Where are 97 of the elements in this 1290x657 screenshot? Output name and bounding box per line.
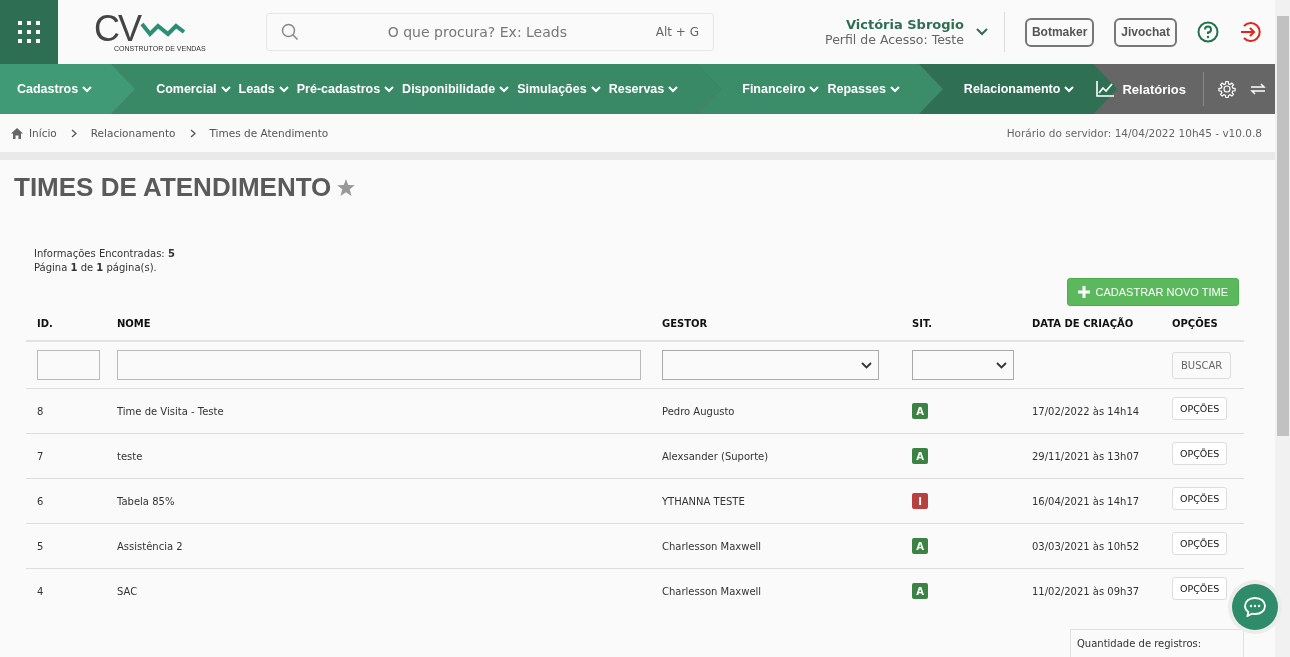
- options-button[interactable]: OPÇÕES: [1172, 531, 1228, 555]
- status-badge: A: [912, 403, 928, 419]
- options-button[interactable]: OPÇÕES: [1172, 486, 1228, 510]
- logout-icon[interactable]: [1239, 21, 1261, 43]
- table-cell-text: 11/02/2021 às 09h37: [1031, 585, 1141, 597]
- column-header: ID.: [36, 317, 54, 329]
- chevron-down-icon: [861, 361, 872, 369]
- table-cell-text: Alexsander (Suporte): [661, 450, 770, 462]
- nav-menu-item[interactable]: Relacionamento: [960, 82, 1078, 96]
- results-info: Página 1 de 1 página(s).: [34, 261, 158, 275]
- id-filter-field[interactable]: [37, 350, 100, 380]
- table-cell-text: 03/03/2021 às 10h52: [1031, 540, 1141, 552]
- options-button[interactable]: OPÇÕES: [1172, 576, 1228, 600]
- nav-menu-item[interactable]: Simulações: [514, 82, 604, 96]
- search-icon: [281, 23, 299, 41]
- status-filter-dropdown[interactable]: [912, 350, 1014, 380]
- nav-menu-item[interactable]: Disponibilidade: [399, 82, 513, 96]
- settings-icon[interactable]: [1218, 80, 1236, 98]
- line-chart-icon: [1096, 81, 1115, 97]
- breadcrumb-link[interactable]: Times de Atendimento: [209, 127, 329, 139]
- search-field[interactable]: O que procura? Ex: Leads: [299, 24, 656, 40]
- chevron-down-icon: [809, 85, 820, 93]
- table-cell-text: Time de Visita - Teste: [116, 405, 225, 417]
- column-header: NOME: [116, 317, 152, 329]
- table-cell-text: 6: [36, 495, 45, 507]
- table-cell-text: Charlesson Maxwell: [661, 540, 763, 552]
- logo-letters: CV: [94, 12, 140, 45]
- status-badge: A: [912, 538, 928, 554]
- column-header: GESTOR: [661, 317, 709, 329]
- column-header: DATA DE CRIAÇÃO: [1031, 317, 1135, 329]
- integration-button[interactable]: Jivochat: [1114, 17, 1177, 47]
- nav-menu-item[interactable]: Pré-cadastros: [293, 82, 398, 96]
- name-filter-field[interactable]: [117, 350, 641, 380]
- records-label: Quantidade de registros:: [1077, 638, 1202, 649]
- options-button[interactable]: OPÇÕES: [1172, 441, 1228, 465]
- table-cell-text: Pedro Augusto: [661, 405, 736, 417]
- table-cell-text: 4: [36, 585, 45, 597]
- column-header: OPÇÕES: [1171, 317, 1219, 329]
- breadcrumb-link[interactable]: Relacionamento: [90, 127, 176, 139]
- status-badge: A: [912, 583, 928, 599]
- nav-menu-item[interactable]: Repasses: [824, 82, 903, 96]
- help-icon[interactable]: [1197, 21, 1219, 43]
- table-cell-text: 29/11/2021 às 13h07: [1031, 450, 1141, 462]
- table-cell-text: Assistência 2: [116, 540, 184, 552]
- table-cell-text: 16/04/2021 às 14h17: [1031, 495, 1141, 507]
- table-cell-text: 8: [36, 405, 45, 417]
- table-cell-text: 7: [36, 450, 45, 462]
- table-cell-text: 5: [36, 540, 45, 552]
- table-cell-text: 17/02/2022 às 14h14: [1031, 405, 1141, 417]
- search-bar[interactable]: O que procura? Ex: Leads Alt + G: [266, 13, 714, 51]
- chevron-down-icon: [1064, 85, 1075, 93]
- apps-menu-button[interactable]: [0, 0, 58, 64]
- chevron-down-icon: [996, 361, 1007, 369]
- column-header: SIT.: [911, 317, 934, 329]
- status-badge: A: [912, 448, 928, 464]
- chevron-down-icon: [278, 85, 289, 93]
- scrollbar-thumb[interactable]: [1277, 16, 1289, 436]
- chevron-down-icon: [499, 85, 510, 93]
- breadcrumb-link[interactable]: Início: [29, 127, 57, 139]
- chevron-right-icon: [189, 128, 196, 138]
- star-icon[interactable]: [337, 179, 356, 196]
- chat-bubble-icon: [1244, 597, 1266, 617]
- manager-filter-dropdown[interactable]: [662, 350, 879, 380]
- server-time: Horário do servidor: 14/04/2022 10h45 - v10.0.8: [1006, 127, 1262, 139]
- shortcut-hint: Alt + G: [655, 25, 699, 39]
- page-title: TIMES DE ATENDIMENTO: [14, 172, 332, 203]
- results-info: Informações Encontradas: 5: [34, 247, 176, 261]
- user-profile: Perfil de Acesso: Teste: [825, 32, 964, 47]
- chevron-down-icon[interactable]: [975, 28, 988, 36]
- chevron-down-icon: [889, 85, 900, 93]
- chevron-down-icon: [220, 85, 231, 93]
- reports-link[interactable]: Relatórios: [1093, 81, 1189, 97]
- nav-menu-item[interactable]: Cadastros: [14, 82, 96, 96]
- chevron-down-icon: [384, 85, 395, 93]
- grid-icon: [18, 21, 40, 43]
- integration-button[interactable]: Botmaker: [1024, 17, 1095, 47]
- swap-arrows-icon[interactable]: [1250, 83, 1266, 95]
- chevron-down-icon: [668, 85, 679, 93]
- table-cell-text: Charlesson Maxwell: [661, 585, 763, 597]
- nav-menu-item[interactable]: Leads: [235, 82, 292, 96]
- table-cell-text: teste: [116, 450, 144, 462]
- chevron-right-icon: [70, 128, 77, 138]
- search-button[interactable]: BUSCAR: [1172, 351, 1232, 379]
- plus-icon: [1077, 286, 1090, 298]
- table-cell-text: SAC: [116, 585, 139, 597]
- chevron-down-icon: [590, 85, 601, 93]
- chevron-down-icon: [82, 85, 93, 93]
- nav-menu-item[interactable]: Reservas: [605, 82, 682, 96]
- table-cell-text: Tabela 85%: [116, 495, 176, 507]
- chat-button[interactable]: [1232, 584, 1278, 630]
- table-cell-text: YTHANNA TESTE: [661, 495, 746, 507]
- user-name: Victória Sbrogio: [845, 17, 964, 32]
- home-icon: [11, 127, 23, 139]
- nav-menu-item[interactable]: Financeiro: [739, 82, 823, 96]
- status-badge: I: [912, 493, 928, 509]
- options-button[interactable]: OPÇÕES: [1172, 396, 1228, 420]
- nav-menu-item[interactable]: Comercial: [153, 82, 234, 96]
